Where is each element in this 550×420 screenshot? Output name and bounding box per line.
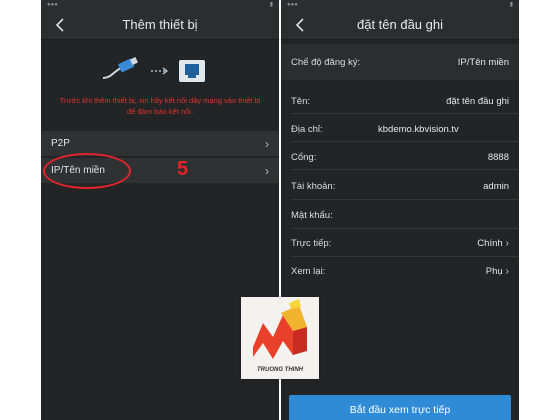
password-field[interactable]: Mật khẩu:: [281, 204, 519, 226]
chevron-right-icon: ›: [505, 265, 509, 277]
step-number: 5: [177, 158, 189, 180]
page-title: đặt tên đầu ghi: [356, 17, 444, 32]
divider: [291, 141, 519, 142]
watermark-text: TRUONG THINH: [257, 367, 303, 373]
back-icon[interactable]: [51, 15, 69, 35]
field-label: Trực tiếp:: [291, 237, 332, 249]
logo-mark-icon: [253, 299, 307, 359]
playback-stream-value: Phụ: [485, 265, 503, 277]
chevron-right-icon: ›: [265, 163, 269, 178]
registration-mode-row[interactable]: Chế độ đăng ký: IP/Tên miền: [281, 44, 519, 80]
address-value: kbdemo.kbvision.tv: [378, 123, 459, 135]
divider: [291, 256, 519, 257]
ethernet-port-icon: [179, 60, 205, 82]
nav-bar: Thêm thiết bị: [41, 10, 279, 40]
network-cable-illustration: [102, 57, 205, 82]
page-title: Thêm thiết bị: [122, 17, 198, 32]
account-value: admin: [483, 180, 509, 192]
divider: [291, 199, 519, 200]
account-field[interactable]: Tài khoản: admin: [281, 175, 519, 197]
highlight-circle: [43, 153, 131, 189]
field-label: Tên:: [291, 95, 311, 107]
field-label: Cổng:: [291, 151, 317, 163]
name-value: đặt tên đầu ghi: [446, 95, 509, 107]
status-bar: ●●● ▮: [281, 0, 519, 10]
arrow-icon: [151, 67, 168, 75]
connection-notice: Trước khi thêm thiết bị, xin hãy kết nối…: [59, 96, 261, 116]
address-field[interactable]: Địa chỉ: kbdemo.kbvision.tv: [281, 118, 519, 140]
field-label: Mật khẩu:: [291, 209, 333, 221]
name-field[interactable]: Tên: đặt tên đầu ghi: [281, 90, 519, 112]
playback-stream-row[interactable]: Xem lại: Phụ ›: [281, 260, 519, 282]
truong-thinh-logo: TRUONG THINH: [241, 297, 319, 379]
start-live-view-button[interactable]: Bắt đầu xem trực tiếp: [289, 395, 511, 420]
nav-bar: đặt tên đầu ghi: [281, 10, 519, 40]
divider: [291, 169, 519, 170]
port-value: 8888: [487, 151, 509, 163]
back-icon[interactable]: [291, 15, 309, 35]
field-label: Chế độ đăng ký:: [291, 56, 361, 68]
list-item-label: P2P: [51, 138, 70, 149]
live-stream-value: Chính: [477, 237, 503, 249]
network-cable-icon: [102, 57, 138, 79]
status-bar: ●●● ▮: [41, 0, 279, 10]
divider: [291, 228, 519, 229]
field-label: Xem lại:: [291, 265, 326, 277]
chevron-right-icon: ›: [265, 136, 269, 151]
live-stream-row[interactable]: Trực tiếp: Chính ›: [281, 232, 519, 254]
port-field[interactable]: Cổng: 8888: [281, 146, 519, 168]
field-label: Tài khoản:: [291, 180, 336, 192]
registration-mode-value: IP/Tên miền: [457, 56, 509, 68]
divider: [291, 113, 519, 114]
chevron-right-icon: ›: [505, 237, 509, 249]
